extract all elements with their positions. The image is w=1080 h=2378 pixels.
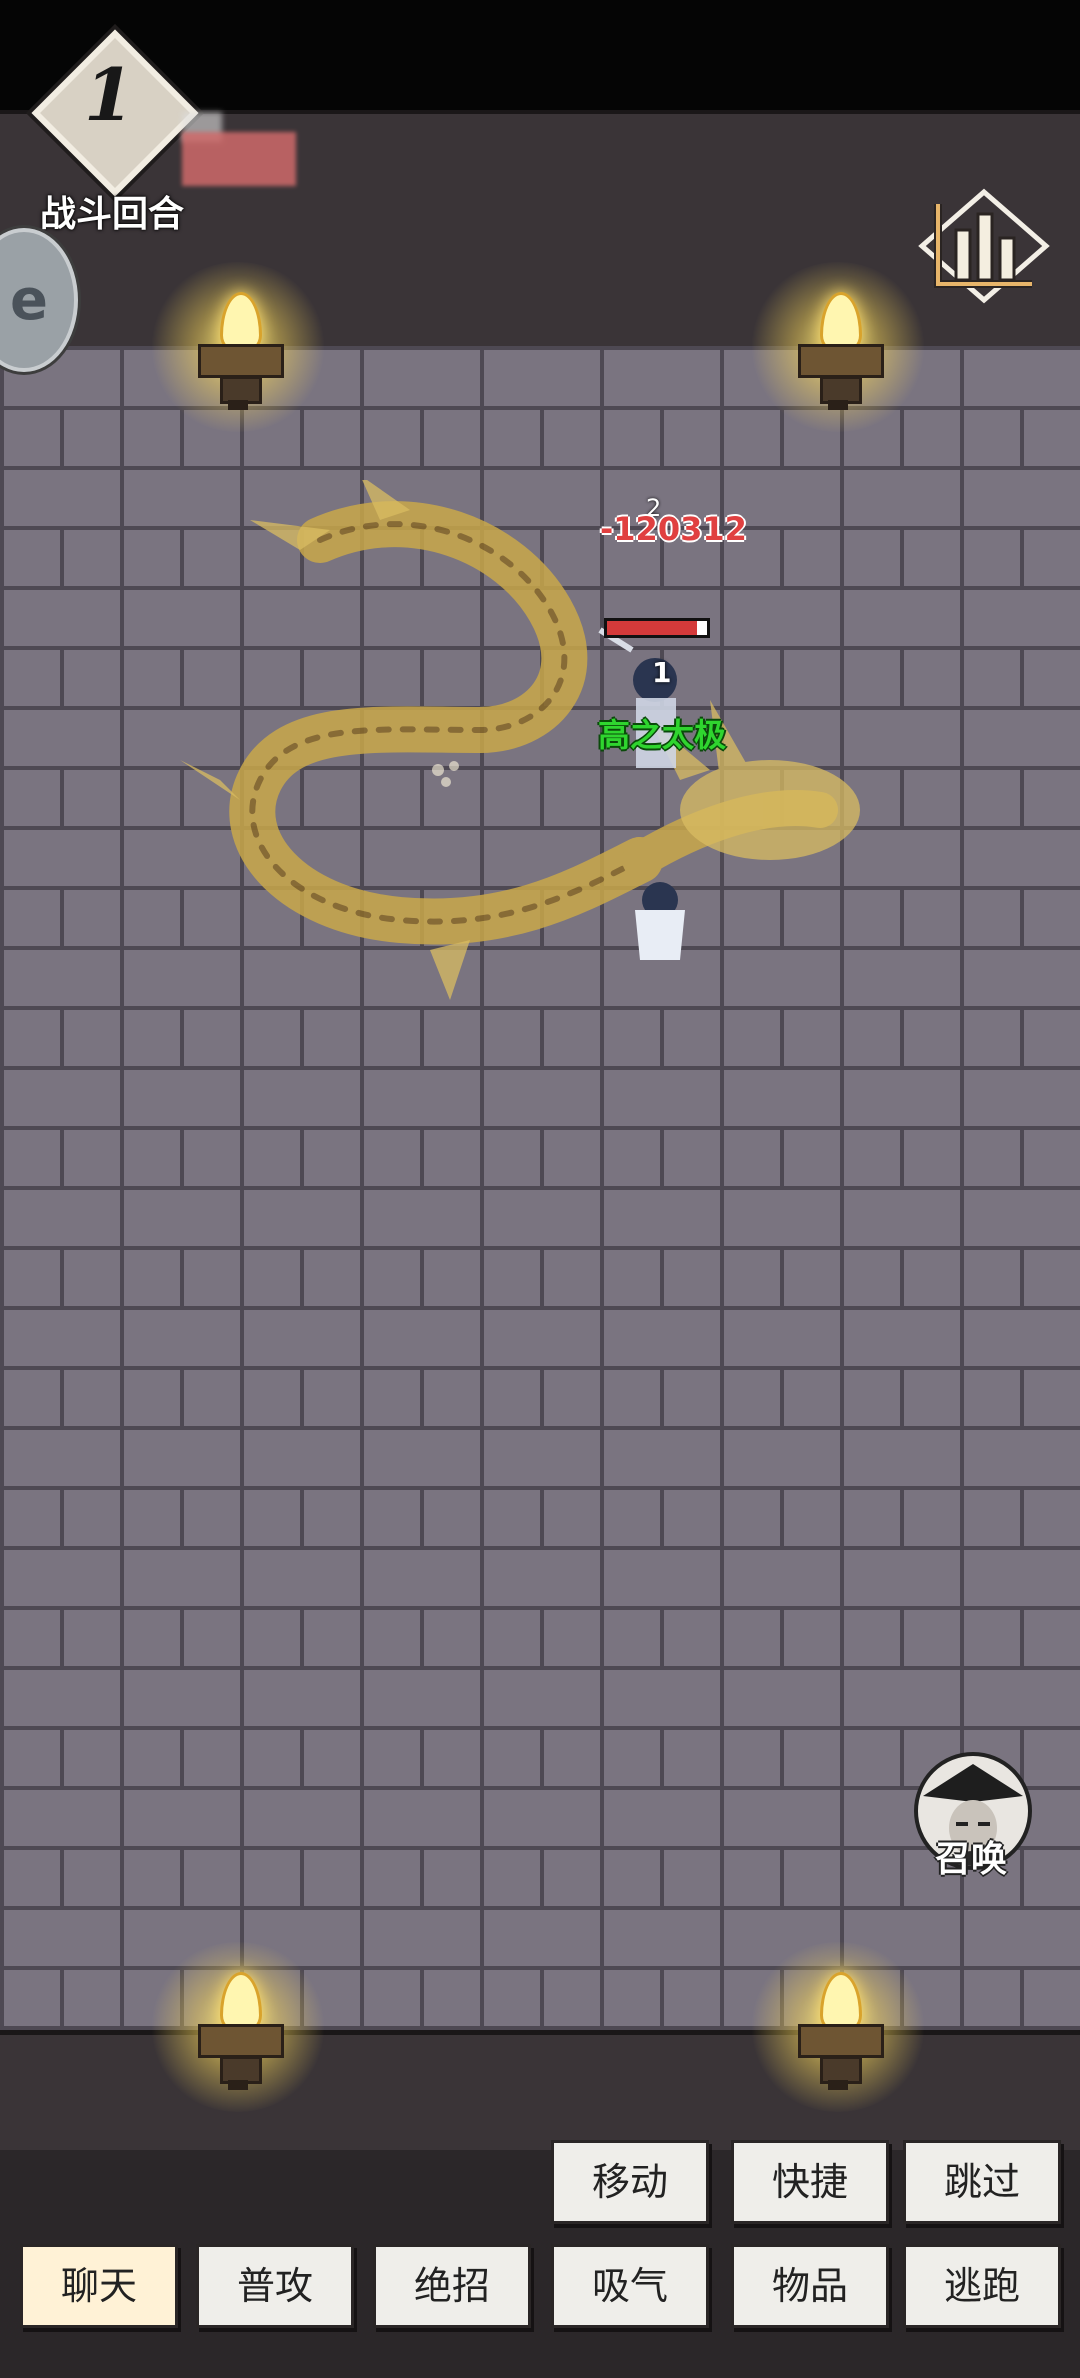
hero-character[interactable] xyxy=(598,627,685,960)
chat-button[interactable]: 聊天 xyxy=(20,2244,178,2328)
move-button[interactable]: 移动 xyxy=(551,2140,709,2224)
torch-top-right xyxy=(748,262,928,432)
avatar-icon: e xyxy=(10,268,48,333)
obscured-status-bar xyxy=(182,132,296,186)
summon-label: 召唤 xyxy=(934,1839,1007,1880)
hero-index: 1 xyxy=(652,656,672,689)
round-counter-badge: 1 xyxy=(31,29,199,197)
ultimate-button[interactable]: 绝招 xyxy=(373,2244,531,2328)
skip-button[interactable]: 跳过 xyxy=(903,2140,1061,2224)
torch-bottom-left xyxy=(148,1942,328,2112)
damage-number: -120312 xyxy=(600,510,747,548)
torch-bottom-right xyxy=(748,1942,928,2112)
round-label: 战斗回合 xyxy=(40,194,185,235)
round-number: 1 xyxy=(83,52,135,137)
battle-screen: 1 战斗回合 e 2 -120312 1 高之太极 召唤 移动 快捷 跳过 聊天… xyxy=(0,0,1080,2378)
hero-hp-fill xyxy=(607,621,697,635)
hero-hp-bar xyxy=(604,618,710,638)
flee-button[interactable]: 逃跑 xyxy=(903,2244,1061,2328)
skill-name-text: 高之太极 xyxy=(598,716,727,754)
battle-stats-icon[interactable] xyxy=(916,186,1052,306)
golden-dragon-sprite xyxy=(180,480,860,1000)
items-button[interactable]: 物品 xyxy=(731,2244,889,2328)
torch-top-left xyxy=(148,262,328,432)
inhale-button[interactable]: 吸气 xyxy=(551,2244,709,2328)
summon-button[interactable]: 召唤 xyxy=(906,1738,1036,1888)
normal-attack-button[interactable]: 普攻 xyxy=(196,2244,354,2328)
shortcut-button[interactable]: 快捷 xyxy=(731,2140,889,2224)
